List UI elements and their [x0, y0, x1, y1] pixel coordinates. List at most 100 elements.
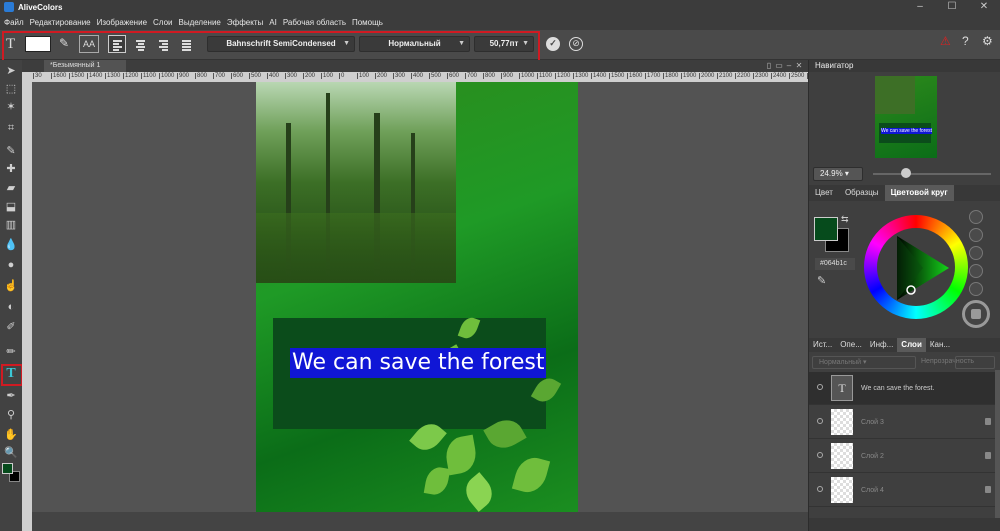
- ruler-tick-label: 2200: [735, 73, 751, 79]
- align-left-button[interactable]: [108, 35, 126, 53]
- swap-colors-icon[interactable]: ⇆: [841, 214, 849, 225]
- pen-tool-icon[interactable]: ✒: [4, 389, 18, 403]
- zoom-tool-icon[interactable]: 🔍: [4, 446, 18, 460]
- app-title: AliveColors: [18, 2, 63, 12]
- window-icon[interactable]: ▭: [774, 60, 784, 72]
- ruler-tick-label: 100: [321, 73, 334, 79]
- wheel-mode-icon[interactable]: [969, 282, 983, 296]
- stamp-tool-icon[interactable]: ⬓: [4, 200, 18, 214]
- tab-channels[interactable]: Кан...: [926, 338, 954, 352]
- eye-icon[interactable]: [817, 486, 823, 492]
- layer-row[interactable]: T We can save the forest.: [809, 372, 995, 405]
- pencil-tool-icon[interactable]: ✏: [4, 345, 18, 359]
- eyedropper-icon[interactable]: ✎: [59, 36, 69, 50]
- gear-icon[interactable]: ⚙: [982, 34, 993, 48]
- zoom-slider-handle[interactable]: [901, 168, 911, 178]
- help-icon[interactable]: ?: [962, 34, 969, 48]
- liquify-tool-icon[interactable]: ◐: [4, 300, 18, 314]
- text-tool-icon[interactable]: T: [4, 367, 18, 381]
- horizontal-scrollbar[interactable]: [32, 512, 808, 531]
- ruler-tick-label: 600: [447, 73, 460, 79]
- selected-text-layer[interactable]: We can save the forest: [290, 348, 547, 378]
- menu-help[interactable]: Помощь: [352, 18, 383, 27]
- alert-icon[interactable]: ⚠: [940, 34, 951, 48]
- font-style-select[interactable]: Нормальный ▼: [359, 36, 470, 52]
- layers-scrollbar[interactable]: [995, 370, 1000, 518]
- eye-icon[interactable]: [817, 452, 823, 458]
- tab-history[interactable]: Ист...: [809, 338, 836, 352]
- menu-effects[interactable]: Эффекты: [227, 18, 263, 27]
- align-center-button[interactable]: [131, 35, 149, 53]
- move-tool-icon[interactable]: ➤: [4, 64, 18, 78]
- close-icon[interactable]: ✕: [968, 0, 1000, 14]
- new-doc-icon[interactable]: ▯: [764, 60, 774, 72]
- selection-brush-icon[interactable]: ✐: [4, 320, 18, 334]
- blur-tool-icon[interactable]: 💧: [4, 238, 18, 252]
- smudge-tool-icon[interactable]: ☝: [4, 279, 18, 293]
- menu-image[interactable]: Изображение: [97, 18, 147, 27]
- zoom-slider-track[interactable]: [873, 173, 991, 175]
- tab-info[interactable]: Инф...: [866, 338, 897, 352]
- hex-value[interactable]: #064b1c: [815, 258, 855, 270]
- lock-icon[interactable]: [985, 452, 991, 459]
- eyedropper-icon[interactable]: ✎: [817, 274, 826, 287]
- layer-row[interactable]: Слой 4: [809, 474, 995, 507]
- minimize-icon[interactable]: –: [904, 0, 936, 14]
- eye-icon[interactable]: [817, 418, 823, 424]
- menu-file[interactable]: Файл: [4, 18, 24, 27]
- minimize-doc-icon[interactable]: –: [784, 60, 794, 72]
- wheel-mode-icon[interactable]: [969, 264, 983, 278]
- layer-row[interactable]: Слой 2: [809, 440, 995, 473]
- align-right-button[interactable]: [154, 35, 172, 53]
- wheel-stop-button[interactable]: [962, 300, 990, 328]
- font-family-select[interactable]: Bahnschrift SemiCondensed ▼: [207, 36, 355, 52]
- menu-ai[interactable]: AI: [269, 18, 277, 27]
- maximize-icon[interactable]: ☐: [936, 0, 968, 14]
- ruler-tick-label: 500: [429, 73, 442, 79]
- color-wheel[interactable]: [864, 215, 968, 319]
- align-justify-button[interactable]: [177, 35, 195, 53]
- eye-icon[interactable]: [817, 384, 823, 390]
- ruler-tick-label: 1300: [105, 73, 121, 79]
- menu-layers[interactable]: Слои: [153, 18, 172, 27]
- foreground-color-swatch[interactable]: [814, 217, 838, 241]
- lock-icon[interactable]: [985, 418, 991, 425]
- antialias-button[interactable]: AA: [79, 35, 99, 53]
- wheel-mode-icon[interactable]: [969, 228, 983, 242]
- wheel-mode-icon[interactable]: [969, 210, 983, 224]
- tab-operations[interactable]: Опе...: [836, 338, 866, 352]
- commit-check-icon[interactable]: ✓: [546, 37, 560, 51]
- fill-tool-icon[interactable]: ▥: [4, 218, 18, 232]
- crop-tool-icon[interactable]: ⌗: [4, 121, 18, 135]
- magic-wand-icon[interactable]: ✶: [4, 100, 18, 114]
- menu-workspace[interactable]: Рабочая область: [283, 18, 346, 27]
- tab-color[interactable]: Цвет: [809, 185, 839, 201]
- tab-swatches[interactable]: Образцы: [839, 185, 885, 201]
- cancel-icon[interactable]: ⊘: [569, 37, 583, 51]
- zoom-select[interactable]: 24.9% ▾: [813, 167, 863, 181]
- brush-tool-icon[interactable]: ✎: [4, 144, 18, 158]
- marquee-tool-icon[interactable]: ⬚: [4, 82, 18, 96]
- document-tab[interactable]: *Безымянный 1: [44, 60, 126, 72]
- navigator-thumbnail[interactable]: We can save the forest: [875, 76, 937, 158]
- lock-icon[interactable]: [985, 486, 991, 493]
- text-color-swatch[interactable]: [25, 36, 51, 52]
- menu-edit[interactable]: Редактирование: [30, 18, 91, 27]
- layer-row[interactable]: Слой 3: [809, 406, 995, 439]
- color-triangle[interactable]: [877, 228, 955, 306]
- menu-select[interactable]: Выделение: [178, 18, 220, 27]
- tab-layers[interactable]: Слои: [897, 338, 926, 352]
- tab-color-wheel[interactable]: Цветовой круг: [884, 185, 954, 201]
- healing-tool-icon[interactable]: ✚: [4, 162, 18, 176]
- font-size-select[interactable]: 50,77пт ▼: [474, 36, 534, 52]
- blend-mode-select[interactable]: Нормальный ▾: [812, 356, 916, 369]
- hand-tool-icon[interactable]: ✋: [4, 428, 18, 442]
- eraser-tool-icon[interactable]: ▰: [4, 181, 18, 195]
- opacity-field[interactable]: [955, 356, 995, 369]
- sponge-tool-icon[interactable]: ●: [4, 258, 18, 272]
- close-doc-icon[interactable]: ✕: [794, 60, 804, 72]
- eyedropper-tool-icon[interactable]: ⚲: [4, 408, 18, 422]
- foreground-color-swatch[interactable]: [2, 463, 13, 474]
- wheel-mode-icon[interactable]: [969, 246, 983, 260]
- document-image[interactable]: We can save the forest: [256, 82, 578, 512]
